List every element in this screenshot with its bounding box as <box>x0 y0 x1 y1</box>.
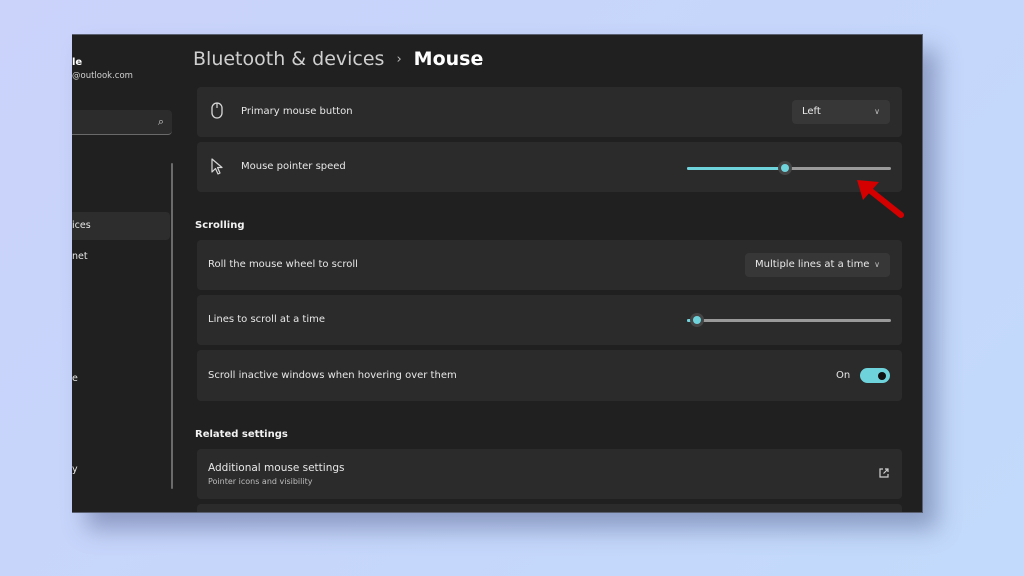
scroll-inactive-windows-label: Scroll inactive windows when hovering ov… <box>208 370 457 381</box>
primary-mouse-button-label: Primary mouse button <box>241 106 353 117</box>
mouse-pointer-speed-label: Mouse pointer speed <box>241 161 346 172</box>
breadcrumb-parent[interactable]: Bluetooth & devices <box>193 48 384 70</box>
user-name: le <box>72 57 83 68</box>
slider-thumb[interactable] <box>690 313 705 327</box>
user-email: @outlook.com <box>72 71 133 81</box>
toggle-state-label: On <box>836 370 851 381</box>
roll-mouse-wheel-row: Roll the mouse wheel to scroll Multiple … <box>197 240 902 290</box>
primary-mouse-button-dropdown[interactable]: Left ∨ <box>792 100 890 124</box>
page-title: Mouse <box>413 48 484 70</box>
roll-mouse-wheel-value: Multiple lines at a time <box>755 259 870 270</box>
sidebar-scrollbar[interactable] <box>171 163 173 489</box>
toggle-knob <box>878 371 886 380</box>
additional-mouse-settings-label: Additional mouse settings <box>208 462 345 474</box>
search-icon[interactable]: ⌕ <box>158 115 164 129</box>
lines-to-scroll-row: Lines to scroll at a time <box>197 295 902 345</box>
red-arrow-icon <box>855 178 907 224</box>
sidebar-item-privacy-security[interactable]: y <box>72 456 170 484</box>
roll-mouse-wheel-label: Roll the mouse wheel to scroll <box>208 259 358 270</box>
slider-track <box>687 319 891 322</box>
lines-to-scroll-slider[interactable] <box>687 313 891 327</box>
primary-mouse-button-row: Primary mouse button Left ∨ <box>197 87 902 137</box>
chevron-down-icon: ∨ <box>874 260 880 269</box>
chevron-down-icon: ∨ <box>874 107 880 116</box>
sidebar: le @outlook.com ⌕ ices net e y <box>72 35 184 512</box>
roll-mouse-wheel-dropdown[interactable]: Multiple lines at a time ∨ <box>745 253 890 277</box>
pointer-icon <box>211 158 223 179</box>
breadcrumb: Bluetooth & devices › Mouse <box>193 45 483 73</box>
primary-mouse-button-value: Left <box>802 106 821 117</box>
scroll-inactive-windows-toggle[interactable] <box>860 368 890 383</box>
sidebar-item-time-language[interactable]: e <box>72 365 170 393</box>
related-settings-title: Related settings <box>195 429 288 440</box>
mouse-pointer-speed-row: Mouse pointer speed <box>197 142 902 192</box>
search-input[interactable]: ⌕ <box>72 110 172 135</box>
sidebar-item-bluetooth-devices[interactable]: ices <box>72 212 170 240</box>
mouse-icon <box>211 102 223 123</box>
breadcrumb-separator-icon: › <box>396 51 402 67</box>
next-related-setting-row[interactable] <box>197 504 902 512</box>
lines-to-scroll-label: Lines to scroll at a time <box>208 314 326 325</box>
external-link-icon <box>878 467 890 482</box>
settings-window: le @outlook.com ⌕ ices net e y Bluetooth… <box>72 34 923 513</box>
mouse-pointer-speed-slider[interactable] <box>687 161 891 175</box>
additional-mouse-settings-sublabel: Pointer icons and visibility <box>208 477 313 486</box>
additional-mouse-settings-link[interactable]: Additional mouse settings Pointer icons … <box>197 449 902 499</box>
sidebar-item-network-internet[interactable]: net <box>72 243 170 271</box>
slider-fill <box>687 167 785 170</box>
slider-thumb[interactable] <box>777 161 792 175</box>
scrolling-section-title: Scrolling <box>195 220 245 231</box>
scroll-inactive-windows-row: Scroll inactive windows when hovering ov… <box>197 350 902 401</box>
